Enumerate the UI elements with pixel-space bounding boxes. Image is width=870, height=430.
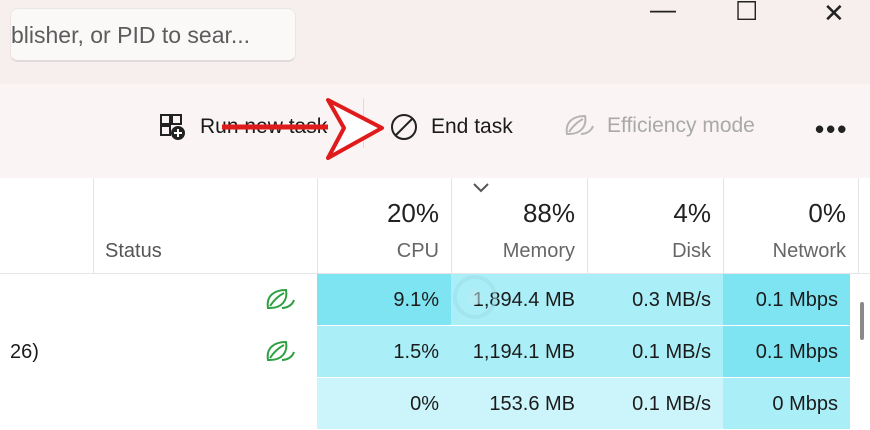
efficiency-leaf-icon	[264, 338, 296, 371]
process-name: 26)	[10, 341, 39, 363]
memory-total: 88%	[522, 198, 575, 228]
end-task-button[interactable]: End task	[389, 112, 513, 142]
network-cell: 0 Mbps	[723, 378, 850, 430]
close-button[interactable]: ✕	[823, 0, 845, 29]
efficiency-mode-label: Efficiency mode	[607, 114, 755, 137]
memory-cell: 1,194.1 MB	[451, 326, 587, 378]
disk-column-header[interactable]: 4% Disk	[587, 178, 723, 273]
memory-cell: 153.6 MB	[451, 378, 587, 430]
network-label: Network	[772, 240, 846, 262]
column-header: Status 20% CPU 88% Memory 4% Disk 0% Net…	[0, 178, 870, 274]
disk-cell: 0.1 MB/s	[587, 326, 723, 378]
more-options-button[interactable]: •••	[815, 114, 848, 145]
end-task-icon	[389, 112, 419, 142]
annotation-arrow-icon	[222, 98, 384, 160]
efficiency-mode-button[interactable]: Efficiency mode	[563, 112, 755, 140]
run-task-icon	[158, 112, 188, 142]
watermark-logo-icon	[453, 275, 497, 319]
cpu-label: CPU	[396, 240, 439, 262]
cpu-total: 20%	[386, 198, 439, 228]
disk-cell: 0.3 MB/s	[587, 274, 723, 326]
cpu-column-header[interactable]: 20% CPU	[317, 178, 451, 273]
cpu-cell: 1.5%	[317, 326, 451, 378]
cpu-cell: 9.1%	[317, 274, 451, 326]
network-total: 0%	[808, 198, 846, 228]
disk-label: Disk	[672, 240, 711, 262]
minimize-button[interactable]: —	[650, 0, 676, 25]
disk-total: 4%	[673, 198, 711, 228]
vertical-scrollbar[interactable]	[860, 302, 864, 340]
maximize-button[interactable]: ☐	[735, 0, 758, 27]
toolbar: Run new task End task Efficiency mode ••…	[0, 84, 870, 179]
end-task-label: End task	[431, 115, 513, 138]
table-row[interactable]: 26) 1.5% 1,194.1 MB 0.1 MB/s 0.1 Mbps	[0, 326, 870, 378]
cpu-cell: 0%	[317, 378, 451, 430]
status-column-label[interactable]: Status	[105, 240, 162, 263]
efficiency-leaf-icon	[563, 112, 595, 140]
column-divider	[93, 178, 94, 273]
efficiency-leaf-icon	[264, 286, 296, 319]
sort-chevron-down-icon	[473, 183, 489, 193]
column-divider	[858, 178, 859, 273]
table-row[interactable]: 0% 153.6 MB 0.1 MB/s 0 Mbps	[0, 378, 870, 430]
network-cell: 0.1 Mbps	[723, 326, 850, 378]
network-cell: 0.1 Mbps	[723, 274, 850, 326]
title-bar: blisher, or PID to sear... — ☐ ✕	[0, 0, 870, 84]
table-row[interactable]: 9.1% 1,894.4 MB 0.3 MB/s 0.1 Mbps	[0, 274, 870, 326]
search-box[interactable]: blisher, or PID to sear...	[10, 8, 296, 62]
search-input-text: blisher, or PID to sear...	[11, 22, 251, 48]
network-column-header[interactable]: 0% Network	[723, 178, 858, 273]
memory-label: Memory	[502, 240, 575, 262]
disk-cell: 0.1 MB/s	[587, 378, 723, 430]
